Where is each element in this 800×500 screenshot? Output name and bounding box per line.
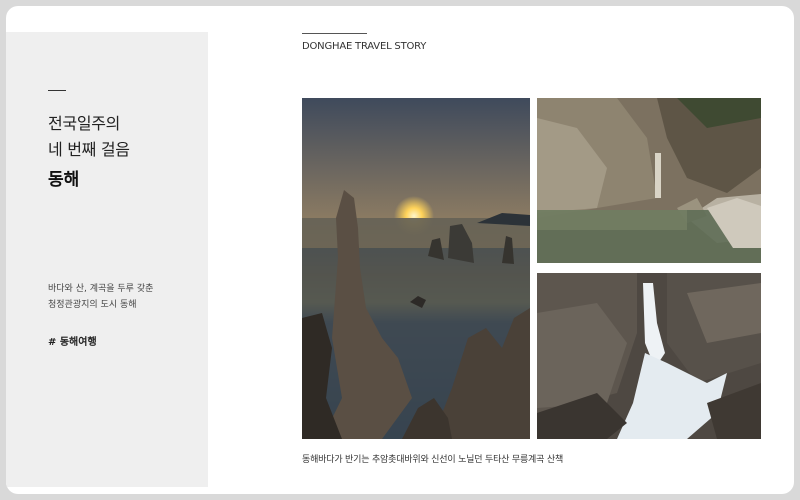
title-line-1: 전국일주의 (48, 114, 121, 133)
description-line-1: 바다와 산, 계곡을 두루 갖춘 (48, 284, 154, 294)
heading-divider (302, 33, 367, 34)
page-frame: 전국일주의 네 번째 걸음 동해 바다와 산, 계곡을 두루 갖춘 청정관광지의… (6, 6, 794, 494)
page-title: 동해 (48, 170, 80, 190)
section-heading: DONGHAE TRAVEL STORY (302, 41, 427, 52)
title-line-2: 네 번째 걸음 (48, 140, 130, 159)
photo-caption: 동해바다가 반기는 추암촛대바위와 신선이 노닐던 두타산 무릉계곡 산책 (302, 455, 564, 465)
description-line-2: 청정관광지의 도시 동해 (48, 300, 137, 310)
photo-sunrise-rock-coast[interactable] (302, 98, 530, 439)
photo-mountain-valley-pool[interactable] (537, 98, 761, 263)
hashtag-link[interactable]: # 동해여행 (48, 333, 97, 348)
photo-waterfall[interactable] (537, 273, 761, 439)
sidebar-panel: 전국일주의 네 번째 걸음 동해 바다와 산, 계곡을 두루 갖춘 청정관광지의… (6, 32, 208, 487)
title-dash (48, 90, 66, 91)
